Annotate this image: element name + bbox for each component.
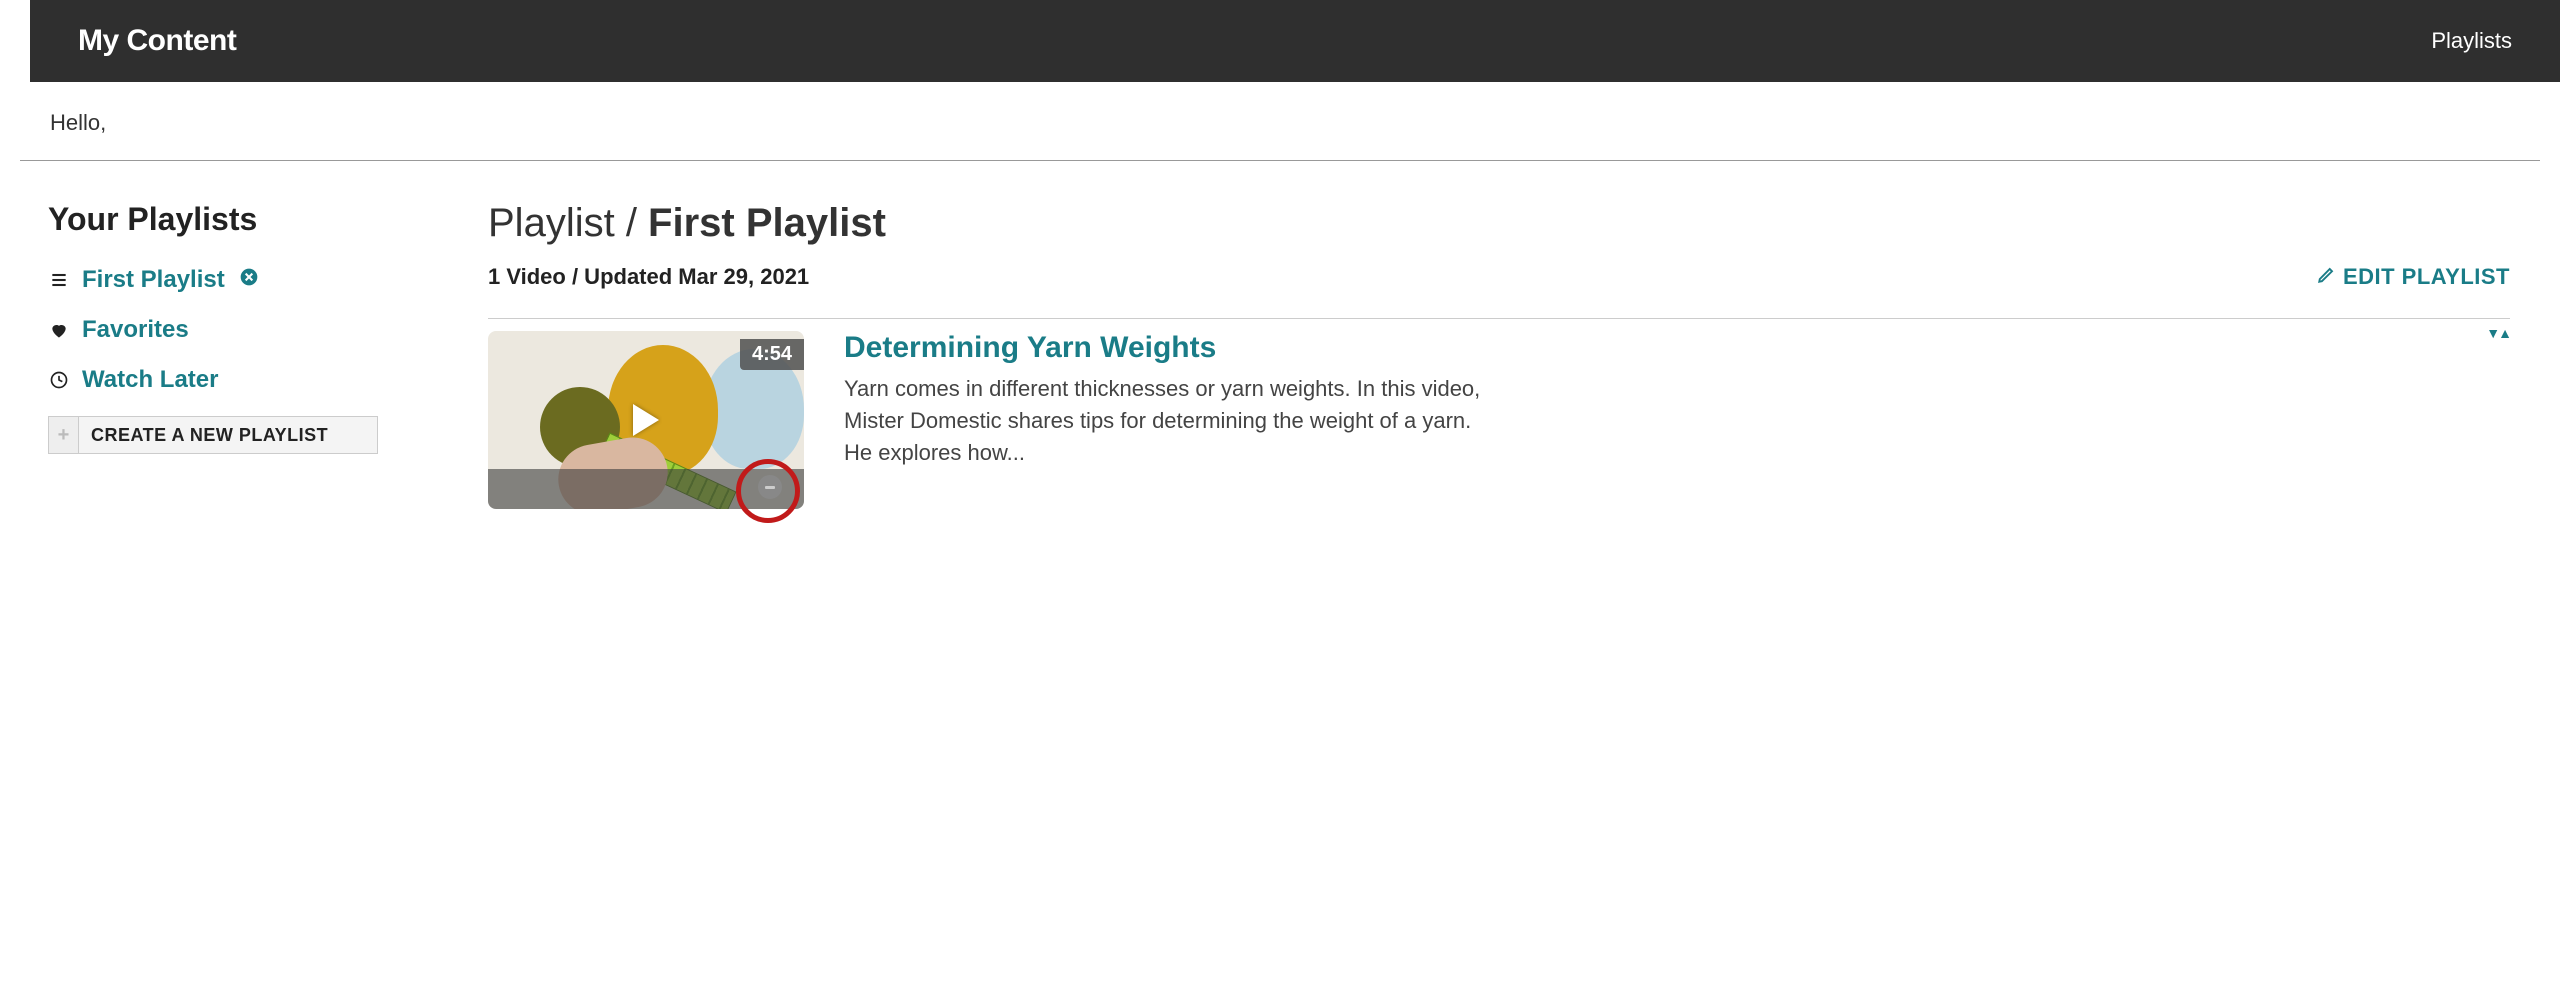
plus-icon: + [49,417,79,453]
list-icon [48,269,70,291]
playlist-meta: 1 Video / Updated Mar 29, 2021 [488,264,809,290]
sidebar-item-label: Favorites [82,316,189,344]
sidebar-item-favorites[interactable]: Favorites [48,316,418,344]
sidebar-item-label: First Playlist [82,266,225,294]
breadcrumb-current: First Playlist [648,201,886,245]
thumbnail-footer [488,469,804,509]
create-playlist-button[interactable]: + CREATE A NEW PLAYLIST [48,416,378,454]
create-playlist-label: CREATE A NEW PLAYLIST [79,425,328,446]
sidebar-item-watch-later[interactable]: Watch Later [48,366,418,394]
remove-video-button[interactable] [758,475,782,499]
video-info: Determining Yarn Weights Yarn comes in d… [844,331,2510,509]
sidebar-item-first-playlist[interactable]: First Playlist [48,266,418,294]
play-icon [633,404,659,436]
sidebar: Your Playlists First Playlist [48,201,418,509]
nav-playlists[interactable]: Playlists [2431,28,2512,54]
sidebar-heading: Your Playlists [48,201,418,238]
video-duration: 4:54 [740,339,804,370]
video-description: Yarn comes in different thicknesses or y… [844,373,1504,469]
edit-playlist-label: EDIT PLAYLIST [2343,264,2510,290]
thumbnail-image: 4:54 [488,331,804,509]
sidebar-item-label: Watch Later [82,366,218,394]
edit-playlist-button[interactable]: EDIT PLAYLIST [2317,264,2510,290]
playlist-meta-row: 1 Video / Updated Mar 29, 2021 EDIT PLAY… [488,264,2510,319]
heart-icon [48,319,70,341]
video-thumbnail[interactable]: 4:54 [488,331,804,509]
video-row: ▼▲ 4:54 Determining Yarn Weights Yar [488,319,2510,509]
delete-playlist-icon[interactable] [239,266,259,294]
pencil-icon [2317,264,2335,290]
content-area: Playlist / First Playlist 1 Video / Upda… [488,201,2540,509]
main-area: Your Playlists First Playlist [0,161,2560,509]
breadcrumb: Playlist / First Playlist [488,201,2510,246]
page-title: My Content [78,24,236,58]
video-title-link[interactable]: Determining Yarn Weights [844,331,2510,365]
sort-toggle-icon[interactable]: ▼▲ [2486,325,2510,341]
breadcrumb-prefix: Playlist / [488,201,648,245]
clock-icon [48,369,70,391]
topbar: My Content Playlists [30,0,2560,82]
greeting-text: Hello, [20,82,2540,161]
